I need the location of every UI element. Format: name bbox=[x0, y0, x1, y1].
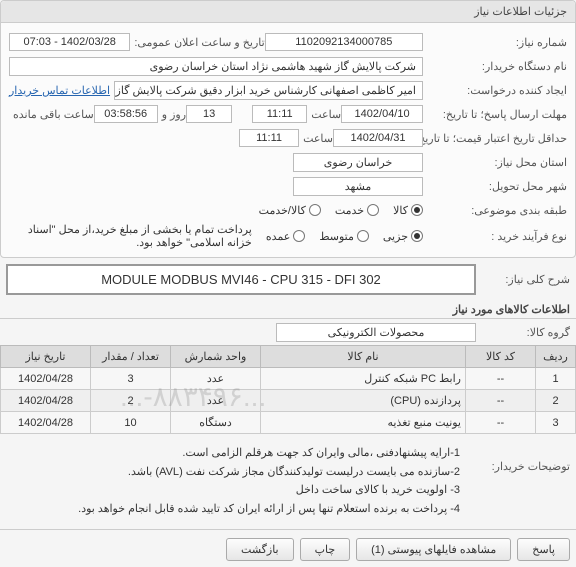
table-row: 1--رابط PC شبکه کنترلعدد31402/04/28 bbox=[1, 368, 576, 390]
th-unit: واحد شمارش bbox=[171, 346, 261, 368]
cell-qty: 10 bbox=[91, 412, 171, 434]
radio-kala-khadamat-label: کالا/خدمت bbox=[259, 204, 306, 217]
budget-label: طبقه بندی موضوعی: bbox=[427, 204, 567, 217]
th-code: کد کالا bbox=[466, 346, 536, 368]
separator bbox=[0, 318, 576, 319]
remain-text: ساعت باقی مانده bbox=[13, 108, 94, 121]
reply-button[interactable]: پاسخ bbox=[517, 538, 570, 561]
pay-note: پرداخت تمام یا بخشی از مبلغ خرید،از محل … bbox=[9, 223, 252, 249]
items-table: ردیف کد کالا نام کالا واحد شمارش تعداد /… bbox=[0, 345, 576, 434]
cell-unit: عدد bbox=[171, 368, 261, 390]
cell-row: 1 bbox=[536, 368, 576, 390]
note-line: 2-سازنده می بایست درلیست تولیدکنندگان مج… bbox=[12, 463, 460, 482]
group-label: گروه کالا: bbox=[480, 326, 570, 339]
radio-dot-icon bbox=[357, 230, 369, 242]
radio-kala-label: کالا bbox=[393, 204, 408, 217]
time-label-2: ساعت bbox=[303, 132, 333, 145]
print-button[interactable]: چاپ bbox=[300, 538, 351, 561]
need-place-value: خراسان رضوی bbox=[293, 153, 423, 172]
radio-motevaset[interactable]: متوسط bbox=[319, 230, 369, 243]
cell-code: -- bbox=[466, 368, 536, 390]
back-button[interactable]: بازگشت bbox=[226, 538, 294, 561]
deadline-time: 11:11 bbox=[252, 105, 307, 123]
radio-dot-icon bbox=[293, 230, 305, 242]
radio-dot-icon bbox=[411, 204, 423, 216]
buyer-value: شرکت پالایش گاز شهید هاشمی نژاد استان خر… bbox=[9, 57, 423, 76]
table-row: 3--یونیت منبع تغذیهدستگاه101402/04/28 bbox=[1, 412, 576, 434]
cell-unit: دستگاه bbox=[171, 412, 261, 434]
validity-time: 11:11 bbox=[239, 129, 299, 147]
table-row: 2--پردازنده (CPU)عدد21402/04/28 bbox=[1, 390, 576, 412]
creator-label: ایجاد کننده درخواست: bbox=[427, 84, 567, 97]
days-text: روز و bbox=[162, 108, 186, 121]
buy-type-label: نوع فرآیند خرید : bbox=[427, 230, 567, 243]
subject-label: شرح کلی نیاز: bbox=[480, 273, 570, 286]
radio-dot-icon bbox=[309, 204, 321, 216]
cell-name: پردازنده (CPU) bbox=[261, 390, 466, 412]
need-number-label: شماره نیاز: bbox=[427, 36, 567, 49]
cell-code: -- bbox=[466, 390, 536, 412]
radio-motevaset-label: متوسط bbox=[319, 230, 354, 243]
announce-label: تاریخ و ساعت اعلان عمومی: bbox=[134, 36, 264, 49]
creator-value: امیر کاظمی اصفهانی کارشناس خرید ابزار دق… bbox=[114, 81, 423, 100]
radio-khadamat[interactable]: خدمت bbox=[335, 204, 379, 217]
th-qty: تعداد / مقدار bbox=[91, 346, 171, 368]
separator bbox=[0, 529, 576, 530]
buyer-notes: 1-ارایه پیشنهادفنی ،مالی وایران کد جهت ه… bbox=[6, 440, 466, 523]
group-value: محصولات الکترونیکی bbox=[276, 323, 476, 342]
radio-dot-icon bbox=[367, 204, 379, 216]
attachments-button[interactable]: مشاهده فایلهای پیوستی (1) bbox=[356, 538, 511, 561]
cell-row: 2 bbox=[536, 390, 576, 412]
announce-value: 1402/03/28 - 07:03 bbox=[9, 33, 130, 51]
th-row: ردیف bbox=[536, 346, 576, 368]
cell-code: -- bbox=[466, 412, 536, 434]
radio-jozei-label: جزیی bbox=[383, 230, 408, 243]
th-name: نام کالا bbox=[261, 346, 466, 368]
days-value: 13 bbox=[186, 105, 232, 123]
th-date: تاریخ نیاز bbox=[1, 346, 91, 368]
contact-link[interactable]: اطلاعات تماس خریدار bbox=[9, 84, 110, 97]
validity-label: حداقل تاریخ اعتبار قیمت؛ تا تاریخ: bbox=[427, 132, 567, 145]
cell-qty: 3 bbox=[91, 368, 171, 390]
buyer-label: نام دستگاه خریدار: bbox=[427, 60, 567, 73]
note-line: 4- پرداخت به برنده استعلام تنها پس از ار… bbox=[12, 500, 460, 519]
subject-value: MODULE MODBUS MVI46 - CPU 315 - DFI 302 bbox=[6, 264, 476, 295]
note-line: 3- اولویت خرید با کالای ساخت داخل bbox=[12, 481, 460, 500]
need-number-value: 1102092134000785 bbox=[265, 33, 423, 51]
note-line: 1-ارایه پیشنهادفنی ،مالی وایران کد جهت ه… bbox=[12, 444, 460, 463]
time-label-1: ساعت bbox=[311, 108, 341, 121]
validity-date: 1402/04/31 bbox=[333, 129, 423, 147]
cell-date: 1402/04/28 bbox=[1, 368, 91, 390]
cell-date: 1402/04/28 bbox=[1, 390, 91, 412]
countdown-value: 03:58:56 bbox=[94, 105, 158, 123]
cell-date: 1402/04/28 bbox=[1, 412, 91, 434]
cell-qty: 2 bbox=[91, 390, 171, 412]
cell-name: یونیت منبع تغذیه bbox=[261, 412, 466, 434]
radio-omde[interactable]: عمده bbox=[266, 230, 305, 243]
need-place-label: استان محل نیاز: bbox=[427, 156, 567, 169]
radio-khadamat-label: خدمت bbox=[335, 204, 364, 217]
buyer-notes-label: توضیحات خریدار: bbox=[470, 440, 570, 473]
cell-unit: عدد bbox=[171, 390, 261, 412]
cell-row: 3 bbox=[536, 412, 576, 434]
panel-title: جزئیات اطلاعات نیاز bbox=[1, 1, 575, 23]
delivery-city-label: شهر محل تحویل: bbox=[427, 180, 567, 193]
radio-jozei[interactable]: جزیی bbox=[383, 230, 423, 243]
radio-kala[interactable]: کالا bbox=[393, 204, 423, 217]
delivery-city-value: مشهد bbox=[293, 177, 423, 196]
cell-name: رابط PC شبکه کنترل bbox=[261, 368, 466, 390]
items-section-title: اطلاعات کالاهای مورد نیاز bbox=[0, 303, 570, 316]
radio-dot-icon bbox=[411, 230, 423, 242]
radio-kala-khadamat[interactable]: کالا/خدمت bbox=[259, 204, 321, 217]
deadline-label: مهلت ارسال پاسخ؛ تا تاریخ: bbox=[427, 108, 567, 121]
deadline-date: 1402/04/10 bbox=[341, 105, 423, 123]
radio-omde-label: عمده bbox=[266, 230, 290, 243]
